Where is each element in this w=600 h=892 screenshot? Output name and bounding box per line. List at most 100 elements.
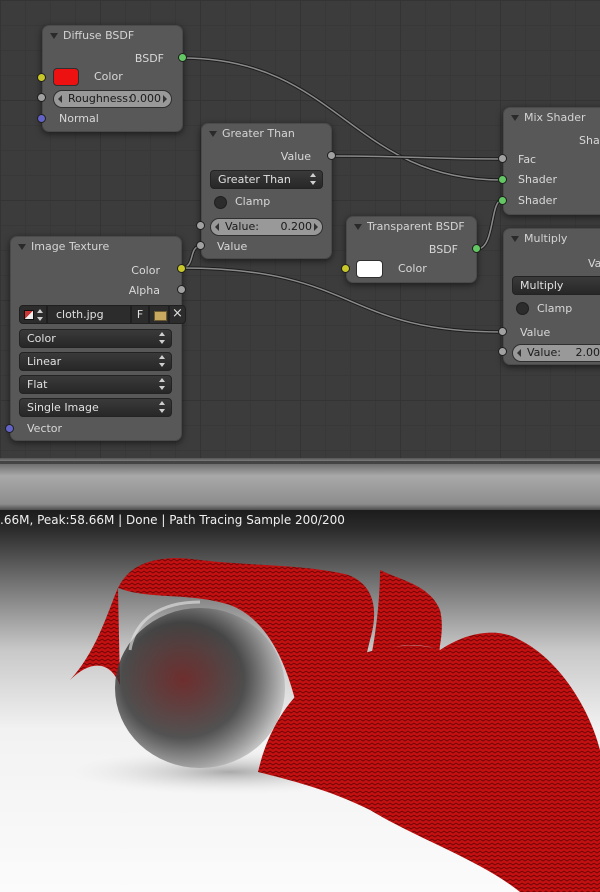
normal-input-label: Normal [59,112,99,125]
value-input-label: Value [520,326,551,339]
color-space-label: Color [27,332,56,345]
vector-input-socket[interactable] [5,424,14,433]
render-view[interactable]: .66M, Peak:58.66M | Done | Path Tracing … [0,510,600,892]
diffuse-color-input-socket[interactable] [37,73,46,82]
projection-dropdown[interactable]: Flat [19,375,172,394]
area-divider[interactable] [0,458,600,510]
value-field-value: 2.000 [575,346,600,359]
multiply-node[interactable]: Multiply Value Multiply Clamp Value Valu… [503,228,600,365]
multiplier-value-field[interactable]: Value: 2.000 [512,344,600,362]
greater-than-node[interactable]: Greater Than Value Greater Than Clamp Va… [201,123,332,259]
updown-arrows-icon [37,309,43,321]
image-name-field[interactable]: cloth.jpg [47,305,131,324]
updown-arrows-icon [159,332,166,344]
updown-arrows-icon [159,378,166,390]
mix-shader1-input-socket[interactable] [498,175,507,184]
shader2-input-label: Shader [518,194,557,207]
image-selector[interactable]: cloth.jpg F × [19,305,186,324]
multiply-value1-input-socket[interactable] [498,327,507,336]
image-browse-button[interactable] [19,305,47,324]
color-output-label: Color [131,264,160,277]
roughness-value: 0.000 [129,92,162,105]
roughness-input-socket[interactable] [37,93,46,102]
color-input-label: Color [94,70,123,83]
image-color-output-socket[interactable] [177,264,186,273]
image-thumbnail-icon [24,310,34,320]
transparent-bsdf-node[interactable]: Transparent BSDF BSDF Color [346,216,477,283]
link-transparent-to-mix-shader1 [476,198,503,251]
transparent-color-input-socket[interactable] [341,264,350,273]
clamp-checkbox[interactable] [214,196,227,209]
diffuse-bsdf-node[interactable]: Diffuse BSDF BSDF Color Roughness: 0.000… [42,25,183,132]
value-input-label: Value [217,240,248,253]
shader-output-label: Shader [579,134,600,147]
vector-input-label: Vector [27,422,63,435]
node-title[interactable]: Greater Than [202,124,331,144]
glass-bowl [115,608,285,768]
clamp-label: Clamp [235,195,271,208]
alpha-output-label: Alpha [128,284,160,297]
math-operation-dropdown[interactable]: Multiply [512,276,600,295]
open-folder-icon[interactable] [149,305,169,324]
decrement-arrow-icon[interactable] [58,95,62,103]
image-texture-node[interactable]: Image Texture Color Alpha cloth.jpg F × … [10,236,186,441]
threshold-value-field[interactable]: Value: 0.200 [210,218,323,236]
cloth-right-tail [372,570,442,652]
fake-user-button[interactable]: F [131,305,149,324]
render-status-text: .66M, Peak:58.66M | Done | Path Tracing … [0,513,345,527]
link-transparent-to-mix-shader1-core [476,199,503,250]
mix-shader-node[interactable]: Mix Shader Shader Fac Shader Shader [503,107,600,215]
normal-input-socket[interactable] [37,114,46,123]
interpolation-label: Linear [27,355,62,368]
roughness-field[interactable]: Roughness: 0.000 [53,90,172,108]
operation-label: Multiply [520,279,564,292]
node-title[interactable]: Multiply [504,229,600,249]
greater-value2-input-socket[interactable] [196,241,205,250]
operation-label: Greater Than [218,173,291,186]
mix-fac-input-socket[interactable] [498,154,507,163]
projection-label: Flat [27,378,48,391]
value-field-label: Value: [225,220,259,233]
node-title[interactable]: Transparent BSDF [347,217,476,237]
value-field-label: Value: [527,346,561,359]
clamp-checkbox[interactable] [516,302,529,315]
roughness-label: Roughness: [68,92,132,105]
link-greater-to-mix-fac-core [330,155,503,160]
clamp-label: Clamp [537,302,573,315]
mix-shader2-input-socket[interactable] [498,196,507,205]
updown-arrows-icon [310,173,317,185]
unlink-close-icon[interactable]: × [169,305,186,324]
decrement-arrow-icon[interactable] [215,223,219,231]
value-output-label: Value [588,257,600,270]
interpolation-dropdown[interactable]: Linear [19,352,172,371]
color-space-dropdown[interactable]: Color [19,329,172,348]
node-title[interactable]: Mix Shader [504,108,600,128]
cloth-left-drape [70,588,120,685]
node-title[interactable]: Diffuse BSDF [43,26,182,46]
updown-arrows-icon [159,401,166,413]
node-title[interactable]: Image Texture [11,237,181,257]
increment-arrow-icon[interactable] [314,223,318,231]
transparent-bsdf-output-socket[interactable] [472,244,481,253]
multiply-value2-input-socket[interactable] [498,347,507,356]
color-input-label: Color [398,262,427,275]
source-label: Single Image [27,401,99,414]
diffuse-bsdf-output-socket[interactable] [178,53,187,62]
bsdf-output-label: BSDF [428,243,458,256]
node-editor[interactable]: Diffuse BSDF BSDF Color Roughness: 0.000… [0,0,600,458]
render-image [70,558,600,892]
transparent-color-swatch[interactable] [356,260,383,278]
greater-value-output-socket[interactable] [327,151,336,160]
increment-arrow-icon[interactable] [163,95,167,103]
image-alpha-output-socket[interactable] [177,285,186,294]
source-dropdown[interactable]: Single Image [19,398,172,417]
updown-arrows-icon [159,355,166,367]
fac-input-label: Fac [518,153,537,166]
decrement-arrow-icon[interactable] [517,349,521,357]
math-operation-dropdown[interactable]: Greater Than [210,170,323,189]
diffuse-color-swatch[interactable] [53,68,79,86]
shader1-input-label: Shader [518,173,557,186]
bsdf-output-label: BSDF [134,52,164,65]
value-field-value: 0.200 [280,220,313,233]
greater-value1-input-socket[interactable] [196,221,205,230]
